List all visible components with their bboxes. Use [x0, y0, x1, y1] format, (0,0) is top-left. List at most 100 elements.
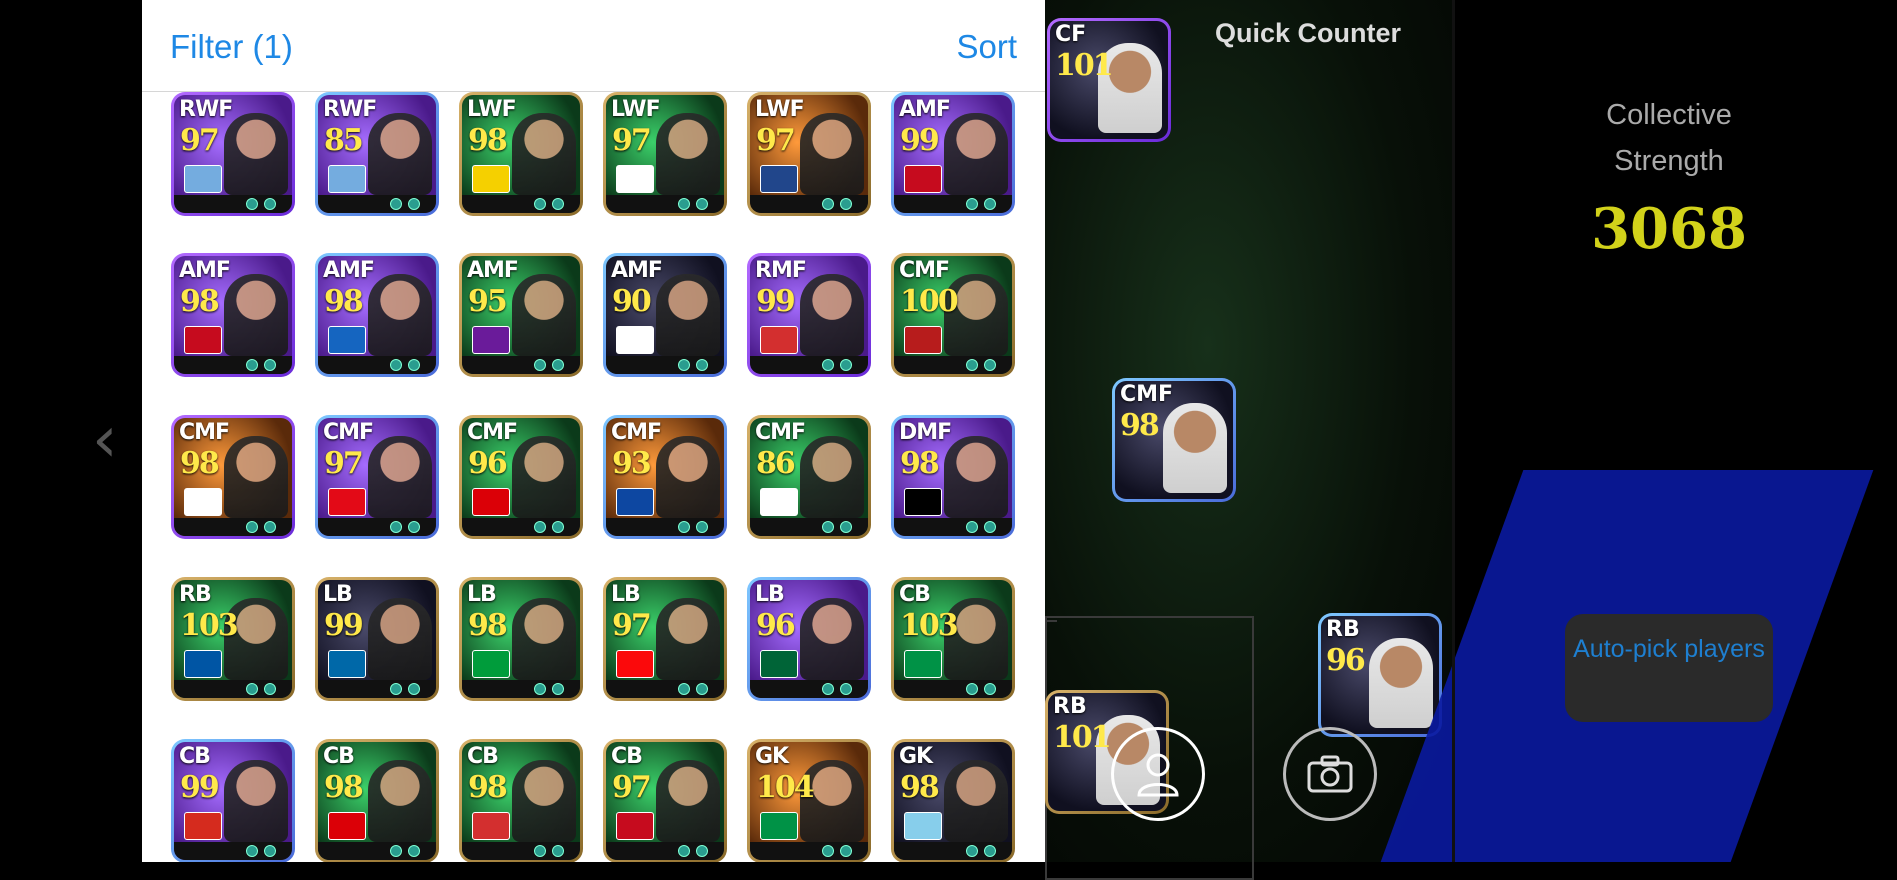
panel-header: Filter (1) Sort: [142, 0, 1045, 92]
player-portrait: [656, 436, 720, 518]
skill-dot-icon: [678, 198, 690, 210]
player-card[interactable]: LWF 98: [459, 92, 583, 216]
skill-dot-icon: [552, 683, 564, 695]
skill-dot-icon: [966, 845, 978, 857]
player-card[interactable]: LB 99: [315, 577, 439, 701]
nation-flag-icon: [616, 165, 654, 193]
card-background: AMF 90: [606, 256, 724, 374]
player-rating: 93: [612, 446, 652, 481]
player-card[interactable]: CMF 97: [315, 415, 439, 539]
player-portrait: [368, 760, 432, 842]
skill-dot-icon: [552, 198, 564, 210]
player-card[interactable]: RMF 99: [747, 253, 871, 377]
skill-bar: [318, 195, 436, 213]
player-card[interactable]: CB 98: [459, 739, 583, 862]
skill-bar: [750, 680, 868, 698]
camera-icon[interactable]: [1283, 727, 1377, 821]
player-card[interactable]: LB 96: [747, 577, 871, 701]
player-portrait: [800, 113, 864, 195]
card-background: RB 103: [174, 580, 292, 698]
card-background: GK 98: [894, 742, 1012, 860]
auto-pick-button[interactable]: Auto-pick players: [1565, 614, 1773, 722]
nation-flag-icon: [184, 488, 222, 516]
player-card[interactable]: CB 98: [315, 739, 439, 862]
skill-dot-icon: [246, 198, 258, 210]
player-position: CMF: [323, 420, 374, 445]
skill-bar: [606, 842, 724, 860]
nation-flag-icon: [616, 326, 654, 354]
skill-dot-icon: [534, 359, 546, 371]
player-card[interactable]: CMF 86: [747, 415, 871, 539]
player-card[interactable]: LWF 97: [747, 92, 871, 216]
nation-flag-icon: [904, 650, 942, 678]
nation-flag-icon: [760, 650, 798, 678]
skill-dot-icon: [408, 521, 420, 533]
pitch-player-card[interactable]: CF 101: [1047, 18, 1171, 142]
player-card[interactable]: GK 104: [747, 739, 871, 862]
nation-flag-icon: [328, 488, 366, 516]
nation-flag-icon: [616, 812, 654, 840]
filter-button[interactable]: Filter (1): [170, 28, 293, 66]
player-position: RB: [179, 582, 212, 607]
player-card[interactable]: CMF 98: [171, 415, 295, 539]
player-position: AMF: [611, 258, 663, 283]
nation-flag-icon: [184, 165, 222, 193]
player-card[interactable]: LB 98: [459, 577, 583, 701]
player-card[interactable]: CMF 96: [459, 415, 583, 539]
skill-dot-icon: [984, 198, 996, 210]
skill-dot-icon: [822, 845, 834, 857]
player-card[interactable]: DMF 98: [891, 415, 1015, 539]
player-list-panel: Filter (1) Sort RWF 97 RWF 85 LWF 98 LWF 97 LWF 9…: [142, 0, 1045, 862]
pitch-player-card[interactable]: CMF 98: [1112, 378, 1236, 502]
player-card[interactable]: GK 98: [891, 739, 1015, 862]
person-icon[interactable]: [1111, 727, 1205, 821]
skill-bar: [462, 680, 580, 698]
player-rating: 96: [1326, 643, 1366, 678]
nation-flag-icon: [904, 488, 942, 516]
player-card[interactable]: LB 97: [603, 577, 727, 701]
skill-dot-icon: [408, 683, 420, 695]
player-position: CMF: [755, 420, 806, 445]
card-background: RWF 97: [174, 95, 292, 213]
player-card[interactable]: AMF 95: [459, 253, 583, 377]
player-card[interactable]: CMF 100: [891, 253, 1015, 377]
nation-flag-icon: [616, 650, 654, 678]
player-position: CB: [323, 744, 355, 769]
chevron-left-icon[interactable]: ‹: [92, 400, 122, 480]
player-card[interactable]: AMF 98: [171, 253, 295, 377]
player-card[interactable]: AMF 99: [891, 92, 1015, 216]
sort-button[interactable]: Sort: [956, 28, 1017, 66]
skill-dot-icon: [984, 521, 996, 533]
pitch-player-card[interactable]: RB 96: [1318, 613, 1442, 737]
skill-dot-icon: [552, 845, 564, 857]
player-card[interactable]: CB 99: [171, 739, 295, 862]
card-background: CMF 93: [606, 418, 724, 536]
skill-dot-icon: [966, 683, 978, 695]
player-card[interactable]: RWF 85: [315, 92, 439, 216]
player-rating: 99: [756, 284, 796, 319]
skill-dot-icon: [246, 359, 258, 371]
player-position: LB: [755, 582, 785, 607]
skill-dot-icon: [678, 521, 690, 533]
player-card[interactable]: CB 97: [603, 739, 727, 862]
skill-dot-icon: [390, 359, 402, 371]
nation-flag-icon: [328, 650, 366, 678]
player-card[interactable]: LWF 97: [603, 92, 727, 216]
player-rating: 103: [900, 608, 959, 643]
player-card[interactable]: CB 103: [891, 577, 1015, 701]
player-position: AMF: [467, 258, 519, 283]
player-card[interactable]: RWF 97: [171, 92, 295, 216]
skill-dot-icon: [246, 521, 258, 533]
skill-dot-icon: [966, 521, 978, 533]
player-card[interactable]: AMF 90: [603, 253, 727, 377]
skill-dot-icon: [696, 683, 708, 695]
player-card[interactable]: CMF 93: [603, 415, 727, 539]
player-card[interactable]: RB 103: [171, 577, 295, 701]
skill-dot-icon: [390, 521, 402, 533]
skill-bar: [174, 518, 292, 536]
card-background: LB 96: [750, 580, 868, 698]
skill-dot-icon: [246, 683, 258, 695]
player-card[interactable]: AMF 98: [315, 253, 439, 377]
skill-dot-icon: [534, 521, 546, 533]
player-portrait: [224, 113, 288, 195]
